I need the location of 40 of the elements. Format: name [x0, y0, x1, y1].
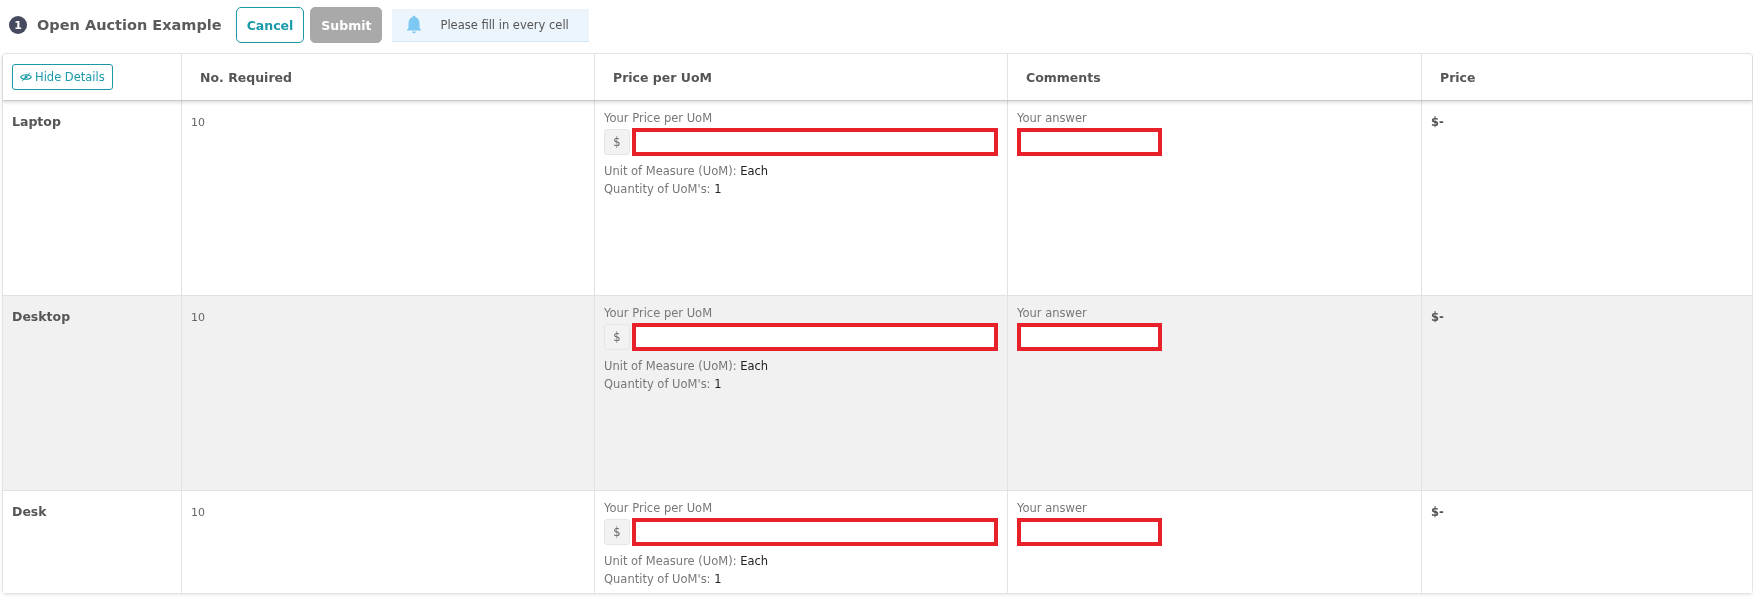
item-name: Desktop	[12, 309, 71, 324]
uom-text: Unit of Measure (UoM): Each	[604, 554, 770, 568]
uom-text: Unit of Measure (UoM): Each	[604, 164, 770, 178]
price-text: $-	[1431, 115, 1444, 129]
comment-input[interactable]	[1017, 518, 1162, 546]
quantity-uom-text: Quantity of UoM's: 1	[604, 377, 723, 391]
price-input[interactable]	[632, 323, 998, 351]
field-label: Your Price per UoM	[604, 111, 714, 125]
price-text: $-	[1431, 505, 1444, 519]
page-title: Open Auction Example	[37, 17, 222, 33]
currency-addon: $	[604, 324, 630, 350]
uom-text: Unit of Measure (UoM): Each	[604, 359, 770, 373]
comment-input[interactable]	[1017, 128, 1162, 156]
currency-addon: $	[604, 129, 630, 155]
price-input[interactable]	[632, 518, 998, 546]
field-label: Your answer	[1017, 501, 1088, 515]
notice-text: Please fill in every cell	[440, 17, 569, 32]
field-label: Your answer	[1017, 111, 1088, 125]
quantity-text: 10	[191, 116, 205, 129]
hide-details-button[interactable]: Hide Details	[12, 64, 113, 90]
field-label: Your answer	[1017, 306, 1088, 320]
eye-slash-icon	[20, 72, 32, 82]
price-input[interactable]	[632, 128, 998, 156]
item-name: Desk	[12, 504, 47, 519]
step-badge: 1	[9, 16, 27, 34]
column-header: Comments	[1026, 69, 1101, 85]
cancel-button[interactable]: Cancel	[235, 7, 305, 43]
currency-addon: $	[604, 519, 630, 545]
field-label: Your Price per UoM	[604, 306, 714, 320]
column-header: No. Required	[200, 69, 292, 85]
quantity-text: 10	[191, 311, 205, 324]
quantity-uom-text: Quantity of UoM's: 1	[604, 572, 723, 586]
price-text: $-	[1431, 310, 1444, 324]
quantity-uom-text: Quantity of UoM's: 1	[604, 182, 723, 196]
item-name: Laptop	[12, 114, 61, 129]
quantity-text: 10	[191, 506, 205, 519]
column-header: Price	[1440, 69, 1476, 85]
column-header: Price per UoM	[613, 69, 712, 85]
field-label: Your Price per UoM	[604, 501, 714, 515]
comment-input[interactable]	[1017, 323, 1162, 351]
